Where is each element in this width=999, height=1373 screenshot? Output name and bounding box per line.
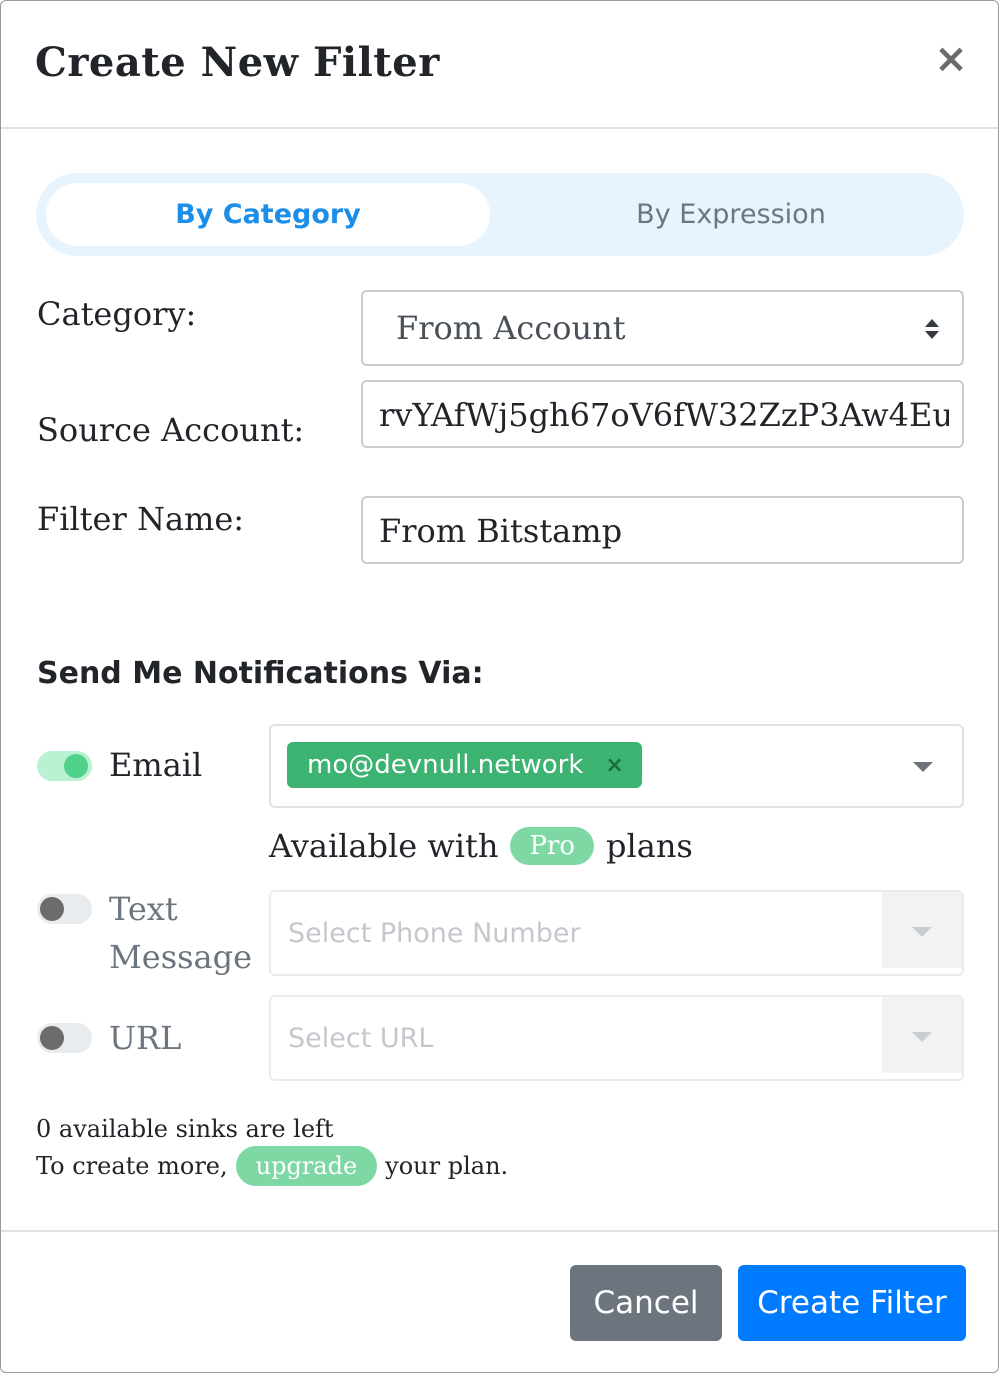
email-chip-label: mo@devnull.network [307,750,584,780]
url-select-toggle[interactable] [882,997,962,1073]
source-account-label: Source Account: [37,411,305,449]
modal-title: Create New Filter [35,39,440,86]
availability-suffix: plans [606,827,693,865]
email-chip: mo@devnull.network × [287,742,642,788]
toggle-knob [40,897,64,921]
email-multiselect[interactable]: mo@devnull.network × [269,724,964,808]
url-label: URL [109,1019,182,1057]
tab-by-category[interactable]: By Category [46,183,490,246]
notifications-heading: Send Me Notifications Via: [37,656,484,691]
text-message-label-line2: Message [109,938,253,976]
text-message-label: Text Message [109,885,252,981]
source-account-value: rvYAfWj5gh67oV6fW32ZzP3Aw4Eubs59B [379,396,949,434]
modal-header: Create New Filter × [1,1,998,129]
close-icon[interactable]: × [605,753,623,778]
chevron-down-icon [912,927,932,937]
availability-note: Available with Pro plans [269,827,693,865]
url-toggle[interactable] [37,1023,92,1053]
upgrade-prefix: To create more, [36,1152,228,1180]
category-select[interactable]: From Account [361,290,964,366]
source-account-input[interactable]: rvYAfWj5gh67oV6fW32ZzP3Aw4Eubs59B [361,380,964,448]
email-label: Email [109,746,203,784]
sort-arrows-icon [925,319,939,339]
footer-divider [1,1230,998,1232]
phone-number-select[interactable]: Select Phone Number [269,890,964,976]
create-filter-modal: Create New Filter × By Category By Expre… [0,0,999,1373]
filter-name-label: Filter Name: [37,500,245,538]
email-toggle[interactable] [37,751,92,781]
upgrade-suffix: your plan. [385,1152,509,1180]
category-selected-value: From Account [396,309,626,347]
text-message-toggle[interactable] [37,894,92,924]
filter-mode-tabs: By Category By Expression [36,173,964,256]
tab-by-expression[interactable]: By Expression [506,183,956,246]
cancel-button[interactable]: Cancel [570,1265,722,1341]
url-placeholder: Select URL [288,1023,434,1054]
upgrade-link[interactable]: upgrade [235,1146,378,1186]
upgrade-line: To create more, upgrade your plan. [36,1146,508,1186]
create-filter-button[interactable]: Create Filter [738,1265,966,1341]
filter-name-input[interactable]: From Bitstamp [361,496,964,564]
url-select[interactable]: Select URL [269,995,964,1081]
chevron-down-icon[interactable] [913,762,933,772]
phone-select-toggle[interactable] [882,892,962,968]
toggle-knob [40,1026,64,1050]
filter-name-value: From Bitstamp [379,512,623,550]
text-message-label-line1: Text [109,890,178,928]
availability-prefix: Available with [269,827,499,865]
category-label: Category: [37,295,197,333]
chevron-down-icon [912,1032,932,1042]
toggle-knob [64,754,88,778]
pro-badge: Pro [510,827,595,865]
close-icon[interactable]: × [929,36,973,82]
sinks-remaining: 0 available sinks are left [36,1115,334,1143]
phone-number-placeholder: Select Phone Number [288,918,581,949]
